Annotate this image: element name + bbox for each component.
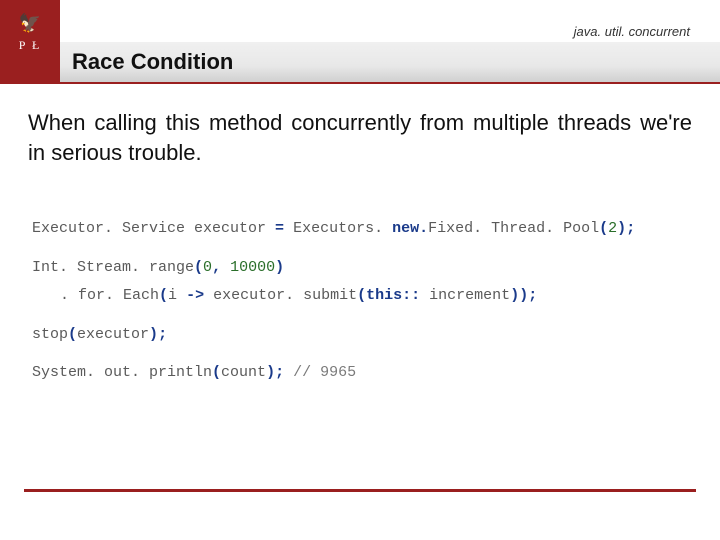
lead-paragraph: When calling this method concurrently fr… <box>28 108 692 167</box>
breadcrumb: java. util. concurrent <box>60 24 720 42</box>
eagle-icon: 🦅 <box>8 14 52 32</box>
slide: 🦅 P Ł java. util. concurrent Race Condit… <box>0 0 720 540</box>
code-spacer <box>32 244 692 254</box>
code-block: Executor. Service executor = Executors. … <box>28 215 692 388</box>
code-spacer <box>32 311 692 321</box>
footer-rule <box>24 489 696 492</box>
page-title: Race Condition <box>72 49 233 75</box>
code-spacer <box>32 349 692 359</box>
code-line-3: . for. Each(i -> executor. submit(this::… <box>32 282 692 311</box>
title-underline <box>0 82 720 84</box>
slide-body: When calling this method concurrently fr… <box>0 108 720 388</box>
code-line-1: Executor. Service executor = Executors. … <box>32 215 692 244</box>
logo-letters: P Ł <box>8 38 52 53</box>
code-line-4: stop(executor); <box>32 321 692 350</box>
code-line-5: System. out. println(count); // 9965 <box>32 359 692 388</box>
university-logo: 🦅 P Ł <box>8 14 52 68</box>
code-line-2: Int. Stream. range(0, 10000) <box>32 254 692 283</box>
title-bar: Race Condition <box>60 42 720 82</box>
logo-strip: 🦅 P Ł <box>0 0 60 82</box>
breadcrumb-text: java. util. concurrent <box>574 24 690 39</box>
